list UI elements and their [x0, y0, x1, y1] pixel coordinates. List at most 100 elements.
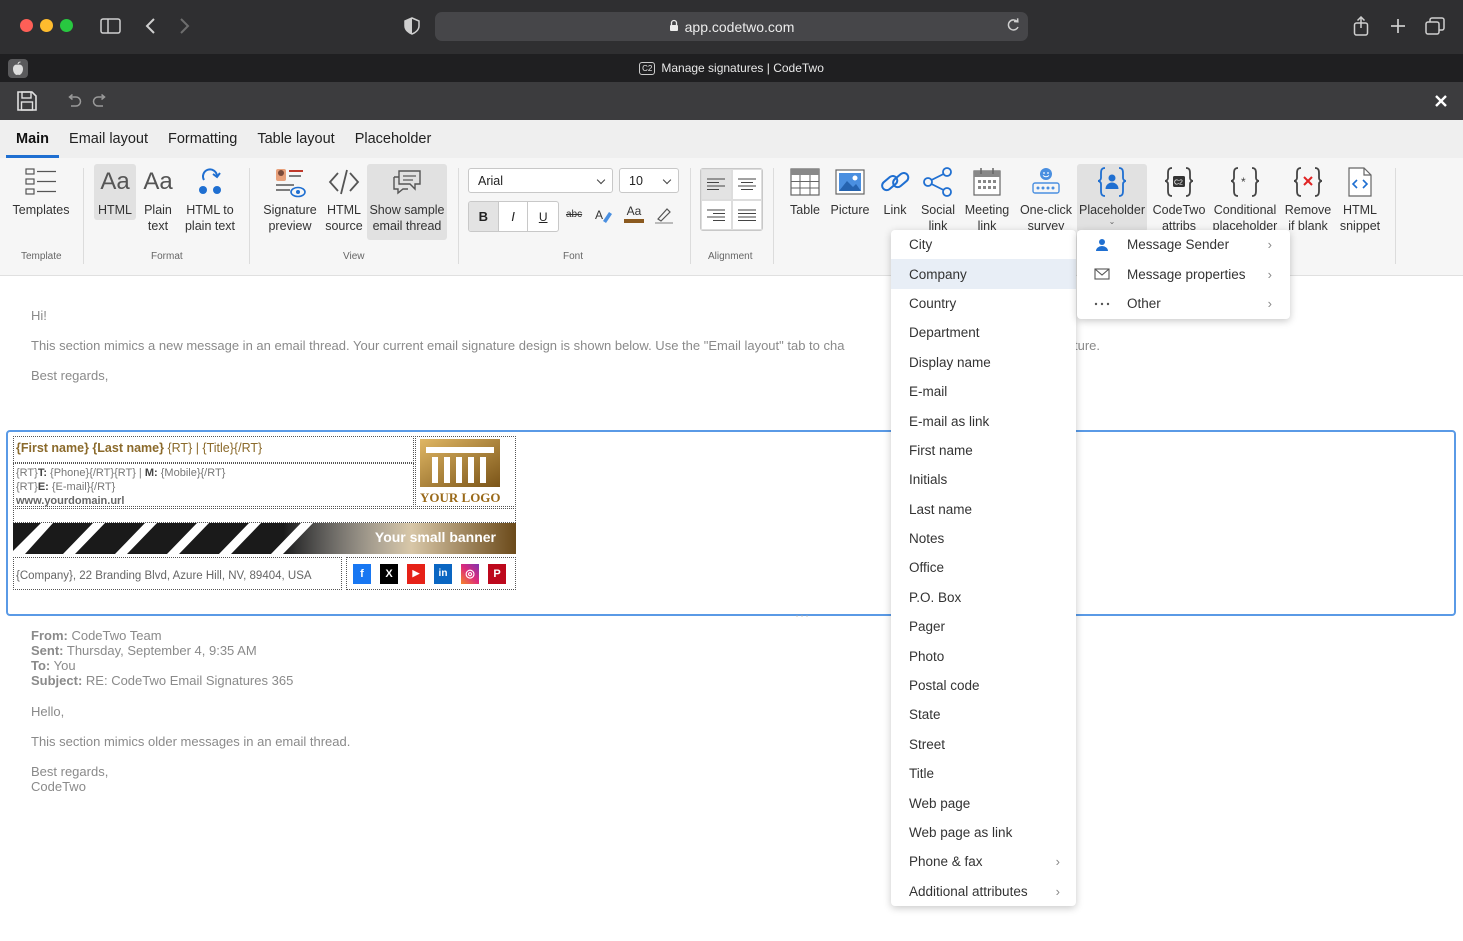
close-editor-icon[interactable]: [1434, 94, 1448, 113]
pinterest-icon[interactable]: P: [488, 563, 506, 584]
new-tab-icon[interactable]: [1387, 14, 1409, 38]
menu-item-additional-attributes[interactable]: Additional attributes ›: [891, 877, 1076, 906]
link-button[interactable]: Link: [878, 164, 912, 218]
tab-overview-icon[interactable]: [1424, 14, 1446, 38]
font-family-select[interactable]: Arial: [468, 168, 613, 193]
clear-formatting-icon[interactable]: A: [594, 206, 614, 229]
submenu-item-message-sender[interactable]: Message Sender ›: [1077, 230, 1290, 260]
placeholder-button[interactable]: Placeholder ⌄: [1077, 164, 1147, 232]
menu-item-photo[interactable]: Photo: [891, 641, 1076, 670]
facebook-icon[interactable]: f: [353, 563, 371, 584]
signature-website: www.yourdomain.url: [16, 495, 125, 507]
signature-preview-button[interactable]: Signature preview: [262, 164, 318, 234]
shield-icon[interactable]: [402, 14, 422, 38]
menu-item-department[interactable]: Department: [891, 318, 1076, 347]
menu-item-country[interactable]: Country: [891, 289, 1076, 318]
redo-icon[interactable]: [92, 93, 108, 113]
banner-image[interactable]: Your small banner: [13, 523, 516, 554]
menu-item-pager[interactable]: Pager: [891, 612, 1076, 641]
social-link-button[interactable]: Social link: [918, 164, 958, 234]
plain-text-button[interactable]: Aa Plain text: [140, 164, 176, 234]
tab-main[interactable]: Main: [6, 120, 60, 158]
signature-name-cell[interactable]: {First name} {Last name} {RT} | {Title}{…: [13, 436, 414, 463]
font-color-button[interactable]: Aa: [624, 204, 644, 223]
menu-item-postal-code[interactable]: Postal code: [891, 671, 1076, 700]
italic-button[interactable]: I: [499, 202, 529, 231]
remove-if-blank-icon: [1292, 164, 1324, 200]
conditional-placeholder-button[interactable]: * Conditional placeholder: [1212, 164, 1278, 234]
table-button[interactable]: Table: [788, 164, 822, 218]
signature-contact-cell[interactable]: {RT}T: {Phone}{/RT}{RT} | M: {Mobile}{/R…: [13, 463, 414, 507]
menu-item-phone-fax[interactable]: Phone & fax ›: [891, 847, 1076, 876]
codetwo-attribs-button[interactable]: C2 CodeTwo attribs: [1152, 164, 1206, 234]
convert-icon: [195, 164, 225, 200]
menu-item-po-box[interactable]: P.O. Box: [891, 583, 1076, 612]
menu-item-company[interactable]: Company: [891, 259, 1076, 289]
html-button[interactable]: Aa HTML: [94, 164, 136, 220]
bold-button[interactable]: B: [469, 202, 499, 231]
font-size-select[interactable]: 10: [619, 168, 679, 193]
resize-handle[interactable]: ···: [795, 608, 810, 622]
forward-icon[interactable]: [176, 14, 194, 38]
menu-item-office[interactable]: Office: [891, 553, 1076, 582]
menu-item-display-name[interactable]: Display name: [891, 348, 1076, 377]
submenu-item-other[interactable]: Other ›: [1077, 289, 1290, 319]
instagram-icon[interactable]: ◎: [461, 563, 479, 584]
youtube-icon[interactable]: ▶: [407, 563, 425, 584]
strikethrough-button[interactable]: abc: [566, 209, 582, 220]
address-bar[interactable]: app.codetwo.com: [435, 12, 1028, 41]
align-right-button[interactable]: [701, 199, 732, 230]
menu-item-email-as-link[interactable]: E-mail as link: [891, 406, 1076, 435]
undo-icon[interactable]: [66, 93, 82, 113]
minimize-window-button[interactable]: [40, 19, 53, 32]
browser-tab[interactable]: C2 Manage signatures | CodeTwo: [0, 54, 1463, 82]
tab-email-layout[interactable]: Email layout: [59, 120, 158, 158]
remove-if-blank-button[interactable]: Remove if blank: [1284, 164, 1332, 234]
signature-address-cell[interactable]: {Company}, 22 Branding Blvd, Azure Hill,…: [13, 557, 342, 590]
templates-button[interactable]: Templates: [12, 164, 70, 218]
underline-button[interactable]: U: [528, 202, 558, 231]
meeting-link-button[interactable]: Meeting link: [963, 164, 1011, 234]
signature-logo-cell[interactable]: YOUR LOGO: [415, 436, 516, 507]
menu-item-web-page[interactable]: Web page: [891, 788, 1076, 817]
show-sample-thread-button[interactable]: Show sample email thread: [367, 164, 447, 240]
menu-item-state[interactable]: State: [891, 700, 1076, 729]
group-label-format: Format: [151, 251, 183, 262]
html-snippet-button[interactable]: HTML snippet: [1338, 164, 1382, 234]
align-justify-button[interactable]: [731, 199, 762, 230]
menu-item-notes[interactable]: Notes: [891, 524, 1076, 553]
menu-item-first-name[interactable]: First name: [891, 436, 1076, 465]
tab-table-layout[interactable]: Table layout: [247, 120, 344, 158]
menu-item-title[interactable]: Title: [891, 759, 1076, 788]
menu-item-email[interactable]: E-mail: [891, 377, 1076, 406]
menu-item-street[interactable]: Street: [891, 730, 1076, 759]
align-left-button[interactable]: [701, 169, 732, 200]
html-source-button[interactable]: HTML source: [324, 164, 364, 234]
highlight-icon[interactable]: [654, 206, 674, 229]
linkedin-icon[interactable]: in: [434, 563, 452, 584]
signature-social-cell[interactable]: f X ▶ in ◎ P: [346, 557, 516, 590]
maximize-window-button[interactable]: [60, 19, 73, 32]
tab-placeholder[interactable]: Placeholder: [345, 120, 442, 158]
sidebar-icon[interactable]: [98, 14, 122, 38]
signature-editor[interactable]: {First name} {Last name} {RT} | {Title}{…: [6, 430, 1456, 616]
share-icon[interactable]: [1350, 14, 1372, 38]
reload-icon[interactable]: [1006, 18, 1020, 36]
submenu-item-message-properties[interactable]: Message properties ›: [1077, 260, 1290, 290]
x-icon[interactable]: X: [380, 563, 398, 584]
save-icon[interactable]: [16, 90, 38, 117]
one-click-survey-button[interactable]: One-click survey: [1018, 164, 1074, 234]
menu-item-initials[interactable]: Initials: [891, 465, 1076, 494]
close-window-button[interactable]: [20, 19, 33, 32]
menu-item-city[interactable]: City: [891, 230, 1076, 259]
codetwo-favicon: C2: [639, 61, 656, 75]
table-icon: [790, 164, 820, 200]
placeholder-label: Placeholder: [1078, 203, 1145, 217]
align-center-button[interactable]: [731, 169, 762, 200]
menu-item-last-name[interactable]: Last name: [891, 495, 1076, 524]
back-icon[interactable]: [141, 14, 159, 38]
html-to-plain-text-button[interactable]: HTML to plain text: [182, 164, 238, 234]
picture-button[interactable]: Picture: [829, 164, 871, 218]
tab-formatting[interactable]: Formatting: [158, 120, 247, 158]
menu-item-web-page-as-link[interactable]: Web page as link: [891, 818, 1076, 847]
